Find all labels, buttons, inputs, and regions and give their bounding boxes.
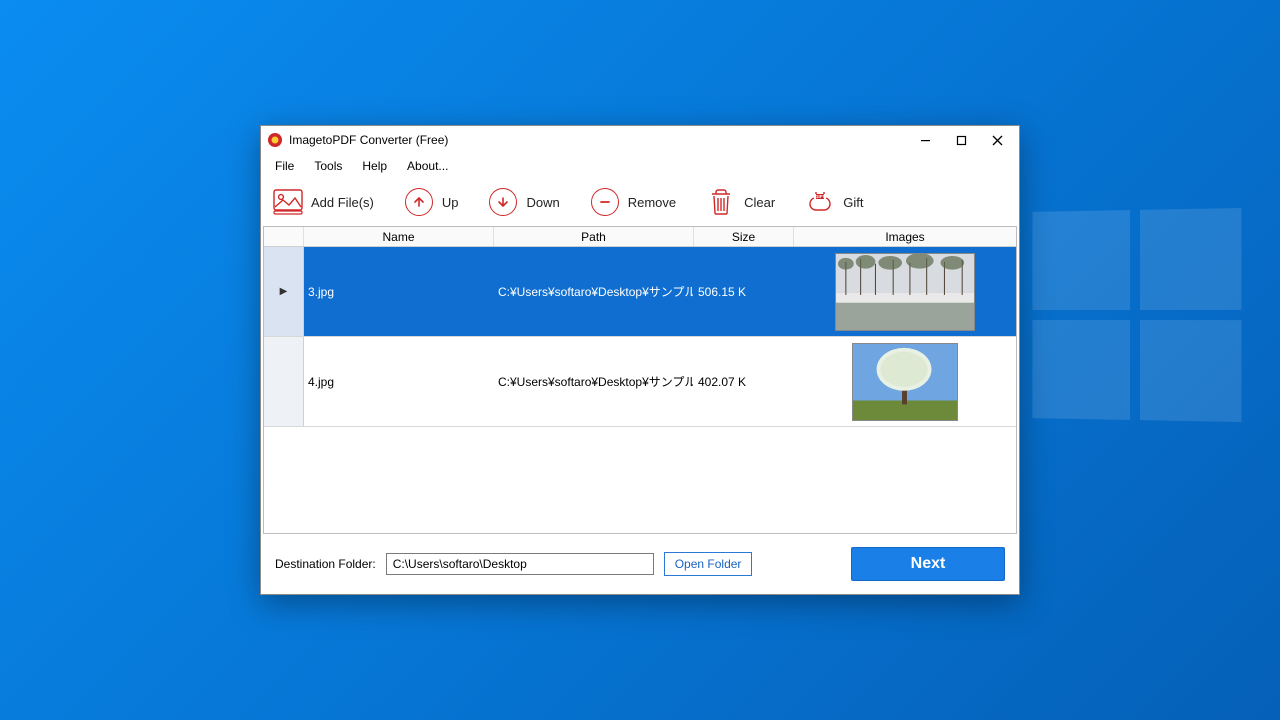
next-button[interactable]: Next	[851, 547, 1005, 581]
clear-label: Clear	[744, 195, 775, 210]
window-title: ImagetoPDF Converter (Free)	[289, 133, 448, 147]
clear-button[interactable]: Clear	[702, 185, 779, 219]
table-row[interactable]: ▶ 3.jpg C:¥Users¥softaro¥Desktop¥サンプル¥画.…	[264, 247, 1016, 337]
menu-file[interactable]: File	[267, 157, 302, 175]
col-handle[interactable]	[264, 227, 304, 246]
image-icon	[273, 187, 303, 217]
gift-label: Gift	[843, 195, 863, 210]
cell-image	[794, 337, 1016, 426]
maximize-button[interactable]	[943, 128, 979, 152]
arrow-up-icon	[404, 187, 434, 217]
menu-about[interactable]: About...	[399, 157, 456, 175]
cell-size: 402.07 K	[694, 337, 794, 426]
minus-icon	[590, 187, 620, 217]
table-empty-area	[264, 427, 1016, 533]
arrow-down-icon	[488, 187, 518, 217]
toolbar: Add File(s) Up Down	[261, 178, 1019, 226]
menubar: File Tools Help About...	[261, 154, 1019, 178]
close-button[interactable]	[979, 128, 1015, 152]
window-controls	[907, 128, 1015, 152]
add-files-button[interactable]: Add File(s)	[269, 185, 378, 219]
gift-icon: GIFT	[805, 187, 835, 217]
table-row[interactable]: 4.jpg C:¥Users¥softaro¥Desktop¥サンプル¥画...…	[264, 337, 1016, 427]
cell-path: C:¥Users¥softaro¥Desktop¥サンプル¥画...	[494, 337, 694, 426]
menu-help[interactable]: Help	[354, 157, 395, 175]
cell-path: C:¥Users¥softaro¥Desktop¥サンプル¥画...	[494, 247, 694, 336]
trash-icon	[706, 187, 736, 217]
titlebar[interactable]: ImagetoPDF Converter (Free)	[261, 126, 1019, 154]
up-button[interactable]: Up	[400, 185, 463, 219]
gift-button[interactable]: GIFT Gift	[801, 185, 867, 219]
cell-name: 3.jpg	[304, 247, 494, 336]
destination-label: Destination Folder:	[275, 557, 376, 571]
thumbnail-icon	[835, 253, 975, 331]
row-indicator	[264, 337, 304, 426]
windows-logo	[1032, 208, 1241, 422]
up-label: Up	[442, 195, 459, 210]
down-button[interactable]: Down	[484, 185, 563, 219]
bottom-bar: Destination Folder: Open Folder Next	[261, 534, 1019, 594]
col-path[interactable]: Path	[494, 227, 694, 246]
col-images[interactable]: Images	[794, 227, 1016, 246]
destination-input[interactable]	[386, 553, 654, 575]
svg-text:GIFT: GIFT	[815, 194, 825, 199]
thumbnail-icon	[852, 343, 958, 421]
table-body: ▶ 3.jpg C:¥Users¥softaro¥Desktop¥サンプル¥画.…	[264, 247, 1016, 427]
cell-image	[794, 247, 1016, 336]
remove-button[interactable]: Remove	[586, 185, 680, 219]
cell-name: 4.jpg	[304, 337, 494, 426]
table-header: Name Path Size Images	[264, 227, 1016, 247]
desktop-background: ImagetoPDF Converter (Free) File Tools H…	[0, 0, 1280, 720]
minimize-button[interactable]	[907, 128, 943, 152]
menu-tools[interactable]: Tools	[306, 157, 350, 175]
down-label: Down	[526, 195, 559, 210]
remove-label: Remove	[628, 195, 676, 210]
open-folder-button[interactable]: Open Folder	[664, 552, 753, 576]
col-name[interactable]: Name	[304, 227, 494, 246]
row-indicator: ▶	[264, 247, 304, 336]
app-window: ImagetoPDF Converter (Free) File Tools H…	[260, 125, 1020, 595]
add-files-label: Add File(s)	[311, 195, 374, 210]
app-icon	[267, 132, 283, 148]
col-size[interactable]: Size	[694, 227, 794, 246]
file-table: Name Path Size Images ▶ 3.jpg C:¥Users¥s…	[263, 226, 1017, 534]
cell-size: 506.15 K	[694, 247, 794, 336]
